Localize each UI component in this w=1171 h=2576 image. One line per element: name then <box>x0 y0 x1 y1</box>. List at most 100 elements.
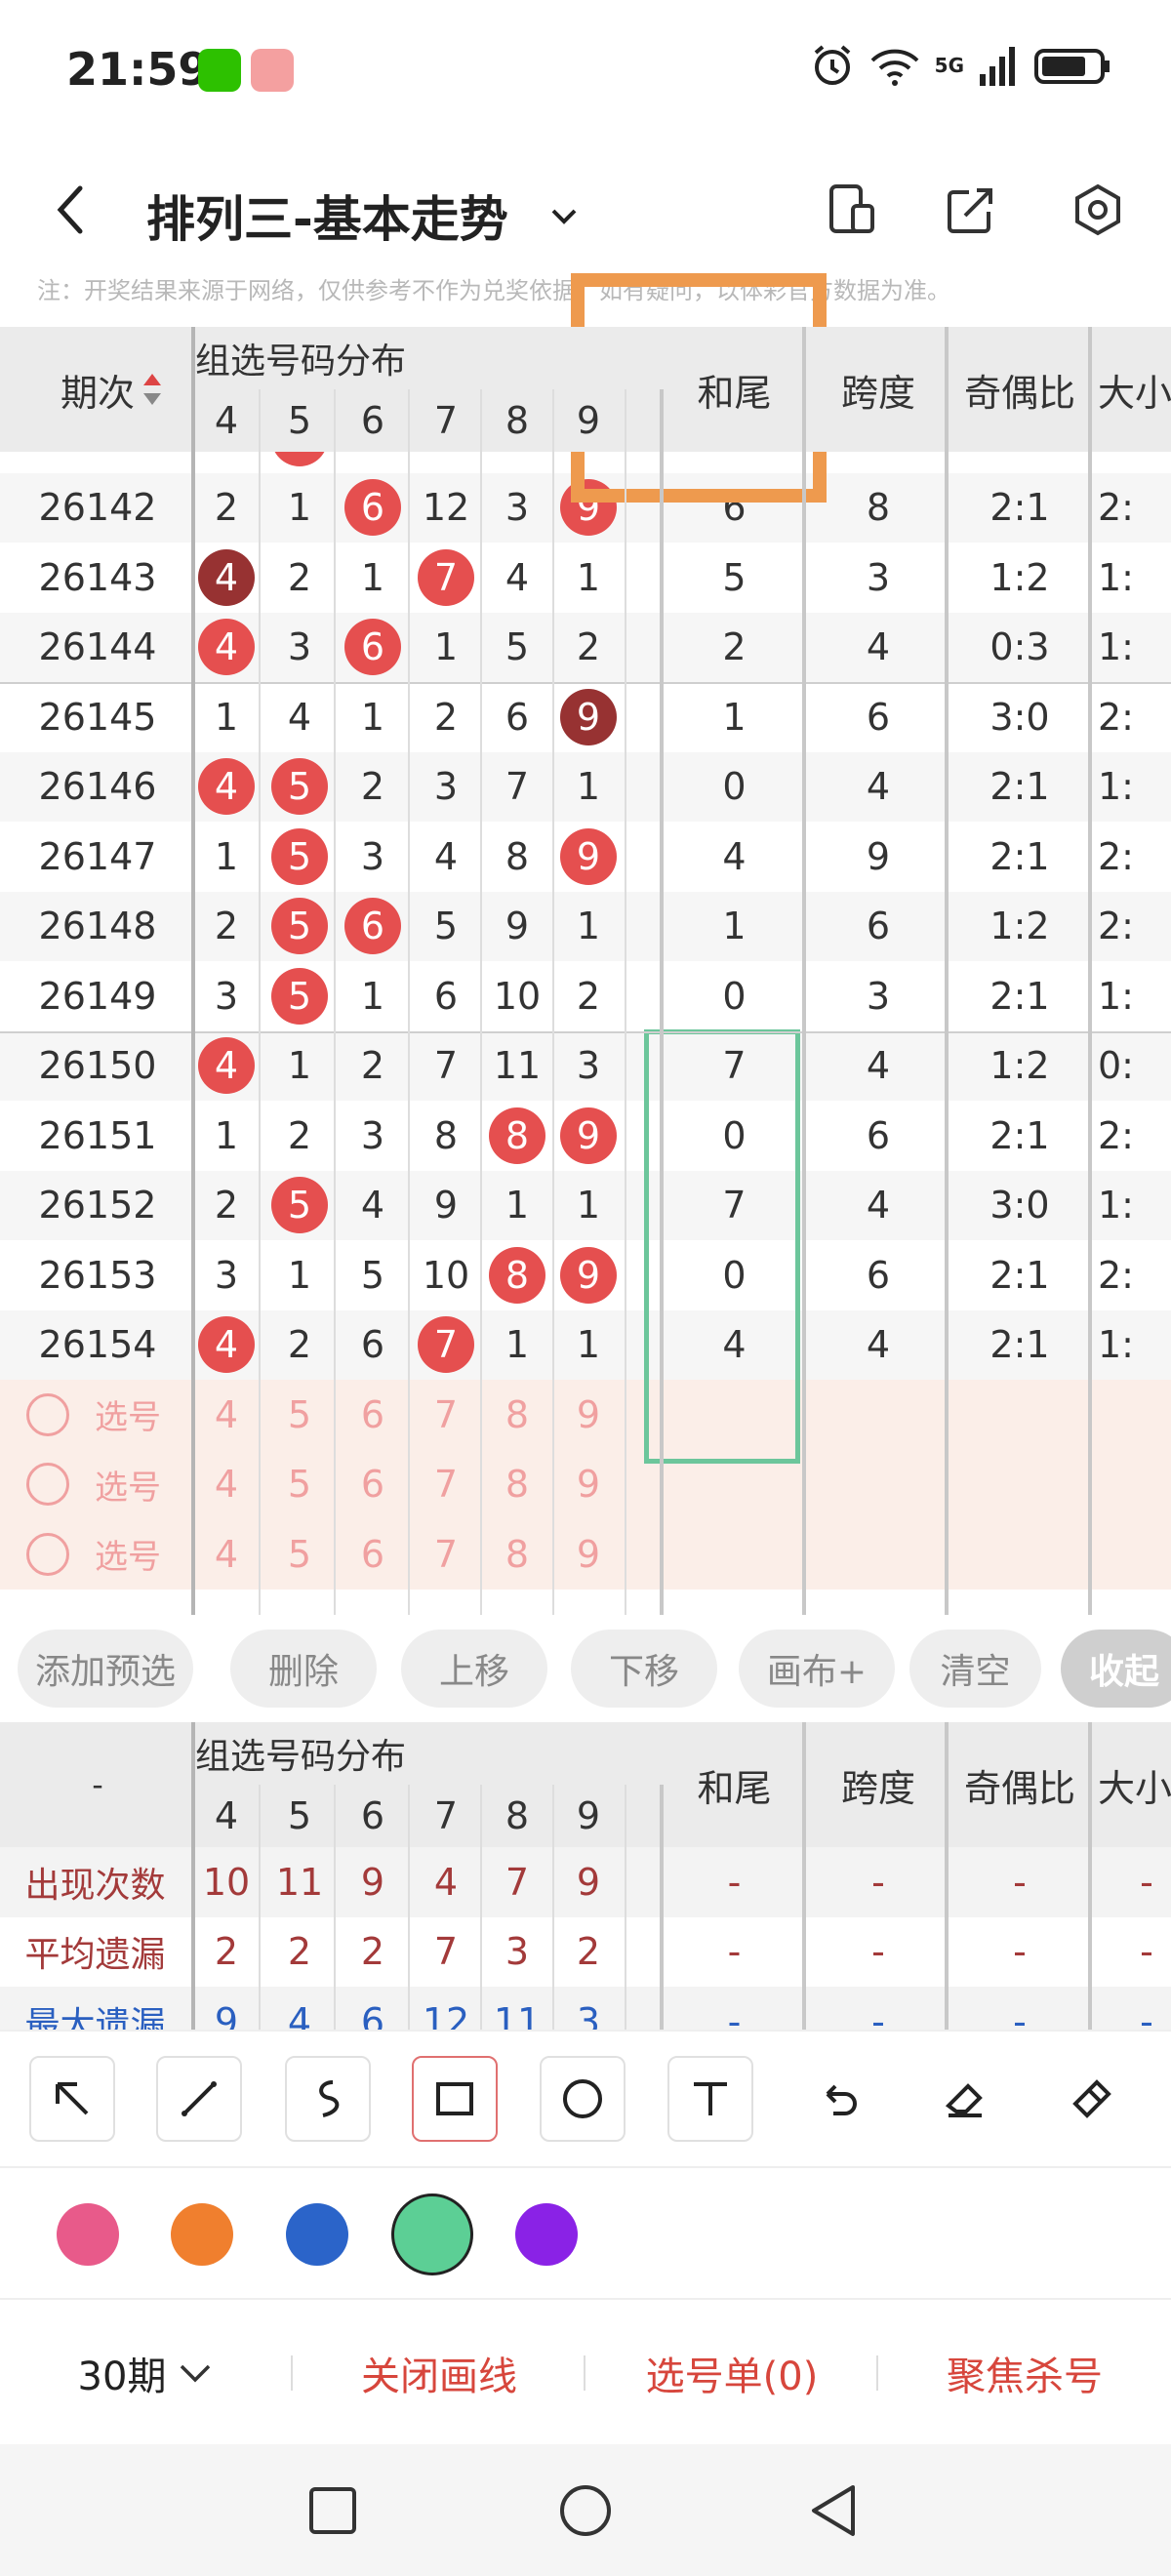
system-nav-bar <box>0 2444 1171 2576</box>
digit-cell: 6 <box>360 1323 385 1367</box>
color-swatch[interactable] <box>57 2203 119 2266</box>
drawing-tool-rectangle[interactable] <box>412 2056 498 2142</box>
page-title-dropdown[interactable]: 排列三-基本走势 <box>146 181 581 251</box>
stats-row: 平均遗漏 2 2 2 7 3 2 - - - - <box>0 1916 1171 1987</box>
digit-header: 4 <box>214 399 239 442</box>
period-cell: 26151 <box>38 1113 157 1157</box>
phone-layout-button[interactable] <box>802 161 900 259</box>
preselect-digit[interactable]: 5 <box>263 1519 336 1590</box>
toolbar-button[interactable]: 删除 <box>230 1630 377 1708</box>
preselect-digit[interactable]: 6 <box>337 1450 409 1520</box>
home-icon[interactable] <box>558 2483 613 2538</box>
recent-apps-icon[interactable] <box>307 2485 358 2536</box>
kuadu-cell: 3 <box>866 974 891 1018</box>
preselect-digit[interactable]: 8 <box>481 1450 553 1520</box>
focus-kill-button[interactable]: 聚焦杀号 <box>888 2300 1161 2446</box>
daxiao-cell: 1: <box>1098 765 1134 809</box>
jiou-header: 奇偶比 <box>963 371 1075 415</box>
preselect-row[interactable]: 选号 4 5 6 7 8 9 <box>0 1380 1171 1450</box>
share-button[interactable] <box>922 161 1020 259</box>
jiou-cell: 2:1 <box>989 486 1050 530</box>
preselect-digit[interactable]: 4 <box>190 1380 262 1450</box>
preselect-digit[interactable]: 5 <box>263 1450 336 1520</box>
preselect-digit[interactable]: 4 <box>190 1450 262 1520</box>
toolbar-button[interactable]: 上移 <box>401 1630 547 1708</box>
preselect-radio[interactable] <box>23 1519 72 1590</box>
phone-layout-icon <box>829 184 874 233</box>
number-ball: 6 <box>344 479 401 537</box>
preselect-row[interactable]: 选号 4 5 6 7 8 9 <box>0 1449 1171 1520</box>
preselect-digit[interactable]: 9 <box>552 1450 625 1520</box>
drawing-tool-circle[interactable] <box>540 2056 626 2142</box>
kuadu-cell: 6 <box>866 695 891 739</box>
radio-circle-icon[interactable] <box>26 1532 69 1576</box>
daxiao-cell: 1: <box>1098 555 1134 599</box>
kuadu-cell: 4 <box>866 1184 891 1228</box>
toolbar-button[interactable]: 下移 <box>571 1630 717 1708</box>
digit-cell: 4 <box>190 1031 262 1102</box>
radio-circle-icon[interactable] <box>26 1463 69 1507</box>
drawing-tool-arrow[interactable] <box>29 2056 115 2142</box>
digit-cell: 6 <box>337 892 409 962</box>
column-divider <box>334 389 336 1615</box>
eraser-icon <box>945 2083 983 2117</box>
jiou-cell: 1:2 <box>989 905 1050 948</box>
stats-value: 4 <box>287 1999 312 2030</box>
digit-cell: 1 <box>214 834 239 878</box>
back-button[interactable] <box>51 171 109 249</box>
back-nav-icon[interactable] <box>808 2483 859 2538</box>
settings-button[interactable] <box>1049 161 1147 259</box>
preselect-digit[interactable]: 5 <box>263 1380 336 1450</box>
digit-cell: 4 <box>190 752 262 823</box>
status-bar: 21:59 5G <box>0 0 1171 141</box>
stats-value: 2 <box>360 1930 385 1974</box>
color-swatch[interactable] <box>515 2203 578 2266</box>
radio-circle-icon[interactable] <box>26 1392 69 1436</box>
stats-value: 12 <box>422 1999 470 2030</box>
digit-cell: 12 <box>422 486 470 530</box>
kuadu-cell: 4 <box>866 1044 891 1088</box>
preselect-digit[interactable]: 7 <box>410 1519 482 1590</box>
preselect-radio[interactable] <box>23 1450 72 1520</box>
drawing-tool-text[interactable] <box>667 2056 753 2142</box>
digit-header: 7 <box>433 399 459 442</box>
toolbar-button[interactable]: 画布+ <box>739 1630 895 1708</box>
preselect-digit[interactable]: 7 <box>410 1380 482 1450</box>
digit-cell: 6 <box>505 695 530 739</box>
period-select[interactable]: 30期 <box>39 2300 254 2446</box>
daxiao-cell: 1: <box>1098 1323 1134 1367</box>
preselect-digit[interactable]: 7 <box>410 1450 482 1520</box>
preselect-digit[interactable]: 9 <box>552 1380 625 1450</box>
period-header[interactable]: 期次 <box>39 327 185 452</box>
stats-digit-header: 4 <box>214 1794 239 1837</box>
pick-list-button[interactable]: 选号单(0) <box>595 2300 868 2446</box>
stats-digit-header: 8 <box>505 1794 530 1837</box>
preselect-digit[interactable]: 8 <box>481 1380 553 1450</box>
drawing-tool-clear-brush[interactable] <box>1049 2056 1135 2142</box>
drawing-tool-freehand[interactable] <box>285 2056 371 2142</box>
preselect-row[interactable]: 选号 4 5 6 7 8 9 <box>0 1519 1171 1590</box>
drawing-tool-line[interactable] <box>156 2056 242 2142</box>
drawing-tool-undo[interactable] <box>795 2056 881 2142</box>
color-swatch[interactable] <box>171 2203 233 2266</box>
toolbar-button[interactable]: 清空 <box>909 1630 1041 1708</box>
toolbar-button[interactable]: 收起 <box>1061 1630 1171 1708</box>
preselect-digit[interactable]: 8 <box>481 1519 553 1590</box>
green-rectangle-annotation[interactable] <box>644 1029 800 1464</box>
toolbar-button[interactable]: 添加预选 <box>18 1630 193 1708</box>
stats-row: 最大遗漏 9 4 6 12 11 3 - - - - <box>0 1987 1171 2030</box>
preselect-radio[interactable] <box>23 1380 72 1450</box>
digit-cell: 7 <box>505 765 530 809</box>
preselect-digit[interactable]: 9 <box>552 1519 625 1590</box>
preselect-digit[interactable]: 4 <box>190 1519 262 1590</box>
jiou-cell: 2:1 <box>989 1323 1050 1367</box>
table-row: 26150 4 1 2 7 11 3 7 4 1:2 0: <box>0 1030 1171 1102</box>
digit-cell: 3 <box>433 765 459 809</box>
color-swatch[interactable] <box>286 2203 348 2266</box>
preselect-digit[interactable]: 6 <box>337 1519 409 1590</box>
color-swatch[interactable] <box>391 2194 473 2275</box>
preselect-digit[interactable]: 6 <box>337 1380 409 1450</box>
close-line-button[interactable]: 关闭画线 <box>303 2300 576 2446</box>
drawing-tool-eraser[interactable] <box>922 2056 1008 2142</box>
digit-cell: 3 <box>576 1044 601 1088</box>
